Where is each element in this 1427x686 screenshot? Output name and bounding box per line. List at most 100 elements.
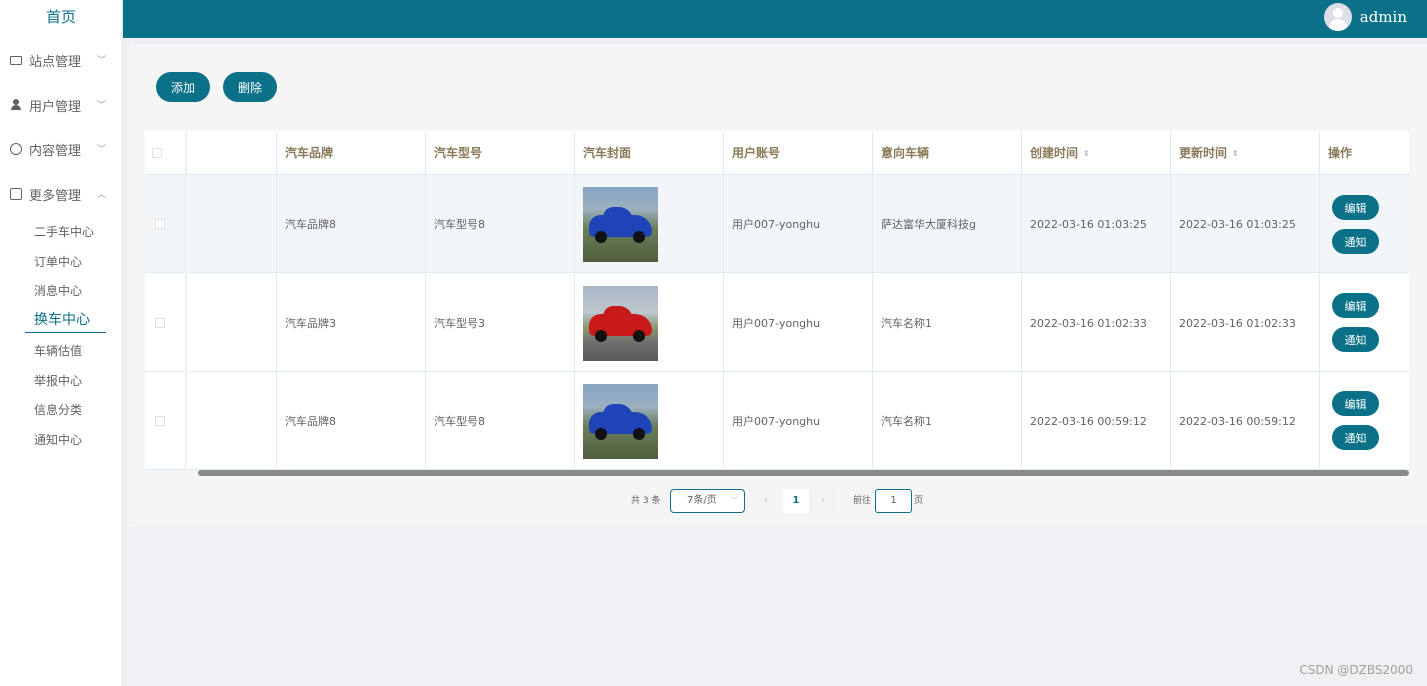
select-all-checkbox[interactable] — [152, 147, 162, 158]
column-label: 更新时间 — [1179, 146, 1228, 160]
chevron-down-icon: ﹀ — [730, 496, 738, 505]
watermark: CSDN @DZBS2000 — [1299, 663, 1413, 677]
goto-unit-label: 页 — [914, 496, 924, 506]
column-header-updated[interactable]: 更新时间 ⇕ — [1171, 131, 1320, 175]
cell-brand: 汽车品牌8 — [277, 372, 426, 470]
page-size-value: 7条/页 — [687, 495, 717, 506]
cell-cover — [575, 372, 724, 470]
cell-updated: 2022-03-16 00:59:12 — [1171, 372, 1320, 470]
submenu-used-car-center[interactable]: 二手车中心 — [34, 223, 94, 241]
submenu-info-category[interactable]: 信息分类 — [34, 401, 82, 419]
submenu-vehicle-valuation[interactable]: 车辆估值 — [34, 342, 82, 360]
page-number-current[interactable]: 1 — [783, 489, 809, 513]
sort-icon[interactable]: ⇕ — [1083, 149, 1090, 158]
cell-model: 汽车型号8 — [426, 175, 575, 273]
user-icon — [10, 99, 22, 111]
row-checkbox[interactable] — [155, 318, 165, 328]
cell-cover — [575, 175, 724, 273]
add-button[interactable]: 添加 — [156, 72, 210, 102]
row-select-cell — [145, 372, 186, 470]
goto-page-input[interactable]: 1 — [875, 489, 912, 513]
avatar[interactable] — [1324, 3, 1352, 31]
column-header-model: 汽车型号 — [426, 131, 575, 175]
car-cover-image[interactable] — [583, 285, 658, 361]
column-header-created[interactable]: 创建时间 ⇕ — [1022, 131, 1171, 175]
row-checkbox[interactable] — [155, 219, 165, 229]
top-header: admin — [123, 0, 1427, 38]
chevron-down-icon: ﹀ — [96, 101, 106, 111]
cell-account: 用户007-yonghu — [724, 372, 873, 470]
submenu-order-center[interactable]: 订单中心 — [34, 253, 82, 271]
page-size-select[interactable]: 7条/页 ﹀ — [670, 489, 745, 513]
menu-user-management[interactable]: 用户管理 ﹀ — [0, 93, 122, 117]
cell-created: 2022-03-16 01:03:25 — [1022, 175, 1171, 273]
header-select-all-cell — [145, 131, 186, 175]
cell-model: 汽车型号3 — [426, 274, 575, 372]
edit-button[interactable]: 编辑 — [1332, 195, 1379, 220]
column-header-actions: 操作 — [1320, 131, 1409, 175]
submenu-report-center[interactable]: 举报中心 — [34, 372, 82, 390]
row-checkbox[interactable] — [155, 416, 165, 426]
notify-button[interactable]: 通知 — [1332, 229, 1379, 254]
table-row: 汽车品牌3 汽车型号3 用户007-yonghu 汽车名称1 2022-03-1… — [145, 274, 1409, 372]
column-header-cover: 汽车封面 — [575, 131, 724, 175]
cell-updated: 2022-03-16 01:03:25 — [1171, 175, 1320, 273]
submenu-car-exchange-center[interactable]: 换车中心 — [34, 311, 90, 329]
cell-created: 2022-03-16 01:02:33 — [1022, 274, 1171, 372]
header-index-cell — [186, 131, 277, 175]
sort-icon[interactable]: ⇕ — [1232, 149, 1239, 158]
table-row: 汽车品牌8 汽车型号8 用户007-yonghu 萨达富华大厦科技g 2022-… — [145, 175, 1409, 273]
cell-created: 2022-03-16 00:59:12 — [1022, 372, 1171, 470]
menu-more-management[interactable]: 更多管理 ︿ — [0, 182, 122, 206]
row-index-cell — [186, 175, 277, 273]
menu-label: 更多管理 — [29, 188, 82, 204]
data-table: 汽车品牌 汽车型号 汽车封面 用户账号 意向车辆 创建时间 ⇕ 更新时间 ⇕ 操作 … — [145, 131, 1409, 470]
cell-brand: 汽车品牌8 — [277, 175, 426, 273]
sidebar-home[interactable]: 首页 — [0, 0, 122, 34]
delete-button[interactable]: 删除 — [223, 72, 277, 102]
cell-intent: 萨达富华大厦科技g — [873, 175, 1022, 273]
notify-button[interactable]: 通知 — [1332, 327, 1379, 352]
cell-brand: 汽车品牌3 — [277, 274, 426, 372]
menu-site-management[interactable]: 站点管理 ﹀ — [0, 48, 122, 72]
car-cover-image[interactable] — [583, 383, 658, 459]
notify-button[interactable]: 通知 — [1332, 425, 1379, 450]
monitor-icon — [10, 55, 22, 65]
row-index-cell — [186, 372, 277, 470]
column-header-account: 用户账号 — [724, 131, 873, 175]
menu-label: 站点管理 — [29, 54, 82, 70]
cell-model: 汽车型号8 — [426, 372, 575, 470]
sidebar: 首页 站点管理 ﹀ 用户管理 ﹀ 内容管理 ﹀ 更多管理 ︿ 二手车中心 订单中… — [0, 0, 123, 686]
cell-intent: 汽车名称1 — [873, 372, 1022, 470]
username[interactable]: admin — [1360, 8, 1407, 26]
row-select-cell — [145, 274, 186, 372]
fixed-column-shadow — [185, 131, 188, 470]
menu-label: 内容管理 — [29, 143, 82, 159]
pagination-total: 共 3 条 — [631, 496, 661, 506]
goto-label: 前往 — [853, 496, 872, 506]
row-select-cell — [145, 175, 186, 273]
chevron-up-icon: ︿ — [96, 190, 106, 200]
car-cover-image[interactable] — [583, 186, 658, 262]
cell-cover — [575, 274, 724, 372]
menu-content-management[interactable]: 内容管理 ﹀ — [0, 137, 122, 161]
submenu-notice-center[interactable]: 通知中心 — [34, 431, 82, 449]
next-page-button[interactable]: › — [810, 489, 836, 513]
column-header-intent: 意向车辆 — [873, 131, 1022, 175]
prev-page-button[interactable]: ‹ — [753, 489, 779, 513]
cell-account: 用户007-yonghu — [724, 274, 873, 372]
edit-button[interactable]: 编辑 — [1332, 391, 1379, 416]
cell-updated: 2022-03-16 01:02:33 — [1171, 274, 1320, 372]
horizontal-scrollbar[interactable] — [198, 470, 1409, 476]
submenu-message-center[interactable]: 消息中心 — [34, 282, 82, 300]
table-row: 汽车品牌8 汽车型号8 用户007-yonghu 汽车名称1 2022-03-1… — [145, 372, 1409, 470]
menu-label: 用户管理 — [29, 99, 82, 115]
chevron-down-icon: ﹀ — [96, 56, 106, 66]
column-header-brand: 汽车品牌 — [277, 131, 426, 175]
row-index-cell — [186, 274, 277, 372]
column-label: 创建时间 — [1030, 146, 1079, 160]
active-underline — [25, 332, 106, 333]
copy-icon — [10, 188, 22, 200]
edit-button[interactable]: 编辑 — [1332, 293, 1379, 318]
cell-account: 用户007-yonghu — [724, 175, 873, 273]
